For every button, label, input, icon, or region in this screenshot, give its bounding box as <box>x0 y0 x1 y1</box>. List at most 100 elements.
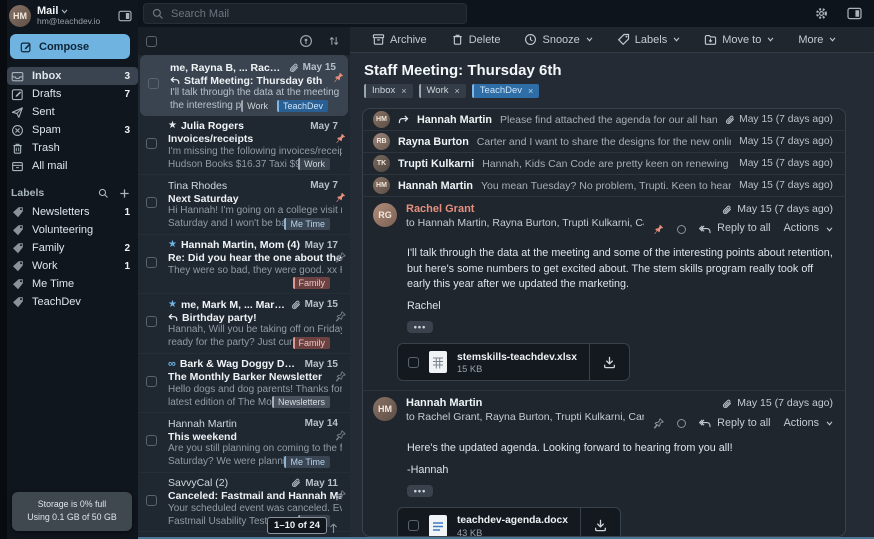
pin-icon[interactable] <box>335 133 346 144</box>
label-chip-work[interactable]: Work <box>298 158 330 170</box>
read-status-icon[interactable] <box>677 225 686 234</box>
read-status-icon[interactable] <box>677 419 686 428</box>
search-input[interactable] <box>171 8 458 20</box>
collapsed-message[interactable]: TK Trupti Kulkarni Hannah, Kids Can Code… <box>363 153 845 175</box>
list-item[interactable]: ∞Bark & Wag Doggy DaycareMay 15 The Mont… <box>138 354 350 414</box>
remove-label-icon[interactable]: × <box>455 84 460 98</box>
pin-icon[interactable] <box>335 311 346 322</box>
actions-menu-button[interactable]: Actions <box>784 417 833 430</box>
download-icon[interactable] <box>580 508 620 537</box>
reply-to-all-button[interactable]: Reply to all <box>699 222 770 235</box>
email-subject: Next Saturday <box>168 193 239 205</box>
compose-button[interactable]: Compose <box>10 34 130 59</box>
account-avatar[interactable]: HM <box>9 5 31 27</box>
pin-icon[interactable] <box>333 72 344 83</box>
attachment-card[interactable]: stemskills-teachdev.xlsx15 KB <box>397 343 630 381</box>
email-checkbox[interactable] <box>146 376 157 387</box>
sidebar-item-trash[interactable]: Trash <box>7 139 138 157</box>
move-to-button[interactable]: Move to <box>704 33 774 46</box>
sidebar-label-volunteering[interactable]: Volunteering <box>7 221 138 239</box>
snooze-button[interactable]: Snooze <box>524 33 592 46</box>
list-item[interactable]: Hannah MartinMay 14 This weekend Are you… <box>138 413 350 473</box>
email-checkbox[interactable] <box>146 257 157 268</box>
delete-button[interactable]: Delete <box>451 33 501 46</box>
labels-button[interactable]: Labels <box>617 33 680 46</box>
tag-icon <box>617 33 630 46</box>
list-item[interactable]: ★me, Mark M, ... Mary G (8) May 15 Birth… <box>138 294 350 354</box>
sidebar-item-sent[interactable]: Sent <box>7 103 138 121</box>
pin-icon[interactable] <box>335 192 346 203</box>
sidebar-item-drafts[interactable]: Drafts7 <box>7 85 138 103</box>
sidebar-label-work[interactable]: Work1 <box>7 257 138 275</box>
spam-icon <box>11 124 24 137</box>
expanded-message: RG Rachel Grant to Hannah Martin, Rayna … <box>363 197 845 391</box>
toggle-panel-icon[interactable] <box>847 7 862 20</box>
message-sender[interactable]: Hannah Martin <box>406 397 644 411</box>
star-icon[interactable]: ★ <box>168 300 177 310</box>
label-chip-me-time[interactable]: Me Time <box>284 218 330 230</box>
add-label-icon[interactable] <box>119 188 130 199</box>
sidebar-label-newsletters[interactable]: Newsletters1 <box>7 203 138 221</box>
email-checkbox[interactable] <box>146 316 157 327</box>
email-preview: I'll talk through the data at the meetin… <box>170 87 340 99</box>
remove-label-icon[interactable]: × <box>528 84 533 98</box>
sort-icon[interactable] <box>328 35 340 47</box>
sidebar-item-spam[interactable]: Spam3 <box>7 121 138 139</box>
reply-to-all-button[interactable]: Reply to all <box>699 417 770 430</box>
message-sender[interactable]: Rachel Grant <box>406 203 644 217</box>
message-recipients[interactable]: to Rachel Grant, Rayna Burton, Trupti Ku… <box>406 411 644 424</box>
pin-icon[interactable] <box>653 224 664 235</box>
download-icon[interactable] <box>589 344 629 380</box>
show-quoted-text-button[interactable]: ••• <box>407 321 433 333</box>
label-chip-teachdev[interactable]: TeachDev× <box>472 84 540 98</box>
settings-gear-icon[interactable] <box>814 6 829 21</box>
email-checkbox[interactable] <box>146 138 157 149</box>
pin-icon[interactable] <box>335 252 346 263</box>
message-recipients[interactable]: to Hannah Martin, Rayna Burton, Trupti K… <box>406 217 644 230</box>
show-quoted-text-button[interactable]: ••• <box>407 485 433 497</box>
email-checkbox[interactable] <box>148 78 159 89</box>
collapsed-message[interactable]: HM Hannah Martin You mean Tuesday? No pr… <box>363 175 845 197</box>
search-labels-icon[interactable] <box>98 188 109 199</box>
list-item[interactable]: ★Hannah Martin, Mom (4)May 17 Re: Did yo… <box>138 235 350 295</box>
actions-menu-button[interactable]: Actions <box>784 222 833 235</box>
label-chip-work[interactable]: Work <box>241 100 273 112</box>
label-chip-newsletters[interactable]: Newsletters <box>272 396 330 408</box>
pin-icon[interactable] <box>335 430 346 441</box>
attachment-checkbox[interactable] <box>408 357 419 368</box>
sidebar-item-inbox[interactable]: Inbox3 <box>7 67 138 85</box>
star-icon[interactable]: ★ <box>168 121 177 131</box>
attachment-card[interactable]: teachdev-agenda.docx43 KB <box>397 507 621 537</box>
email-checkbox[interactable] <box>146 435 157 446</box>
list-item[interactable]: ★Julia RogersMay 7 Invoices/receipts I'm… <box>138 116 350 176</box>
pin-icon[interactable] <box>335 490 346 501</box>
collapsed-message[interactable]: HM Hannah Martin Please find attached th… <box>363 109 845 131</box>
email-checkbox[interactable] <box>146 197 157 208</box>
label-chip-me-time[interactable]: Me Time <box>284 456 330 468</box>
label-chip-teachdev[interactable]: TeachDev <box>277 100 328 112</box>
pinned-filter-icon[interactable] <box>299 34 313 48</box>
select-all-checkbox[interactable] <box>146 36 157 47</box>
pin-icon[interactable] <box>335 371 346 382</box>
sidebar-label-me-time[interactable]: Me Time <box>7 275 138 293</box>
sidebar-item-all-mail[interactable]: All mail <box>7 157 138 175</box>
scroll-top-icon[interactable] <box>329 522 338 534</box>
label-chip-family[interactable]: Family <box>293 277 331 289</box>
list-item[interactable]: Tina RhodesMay 7 Next Saturday Hi Hannah… <box>138 175 350 235</box>
remove-label-icon[interactable]: × <box>401 84 406 98</box>
pin-icon[interactable] <box>653 418 664 429</box>
search-bar[interactable] <box>143 3 467 24</box>
label-chip-work[interactable]: Work× <box>419 84 466 98</box>
attachment-checkbox[interactable] <box>408 520 419 531</box>
sidebar-label-family[interactable]: Family2 <box>7 239 138 257</box>
star-icon[interactable]: ★ <box>168 240 177 250</box>
label-chip-inbox[interactable]: Inbox× <box>364 84 413 98</box>
email-checkbox[interactable] <box>146 495 157 506</box>
collapsed-message[interactable]: RB Rayna Burton Carter and I want to sha… <box>363 131 845 153</box>
collapse-sidebar-icon[interactable] <box>118 10 132 22</box>
archive-button[interactable]: Archive <box>372 33 427 46</box>
label-chip-family[interactable]: Family <box>293 337 331 349</box>
sidebar-label-teachdev[interactable]: TeachDev <box>7 293 138 311</box>
list-item[interactable]: me, Rayna B, ... Rachel G (6) May 15 Sta… <box>140 55 348 116</box>
more-button[interactable]: More <box>798 34 836 46</box>
